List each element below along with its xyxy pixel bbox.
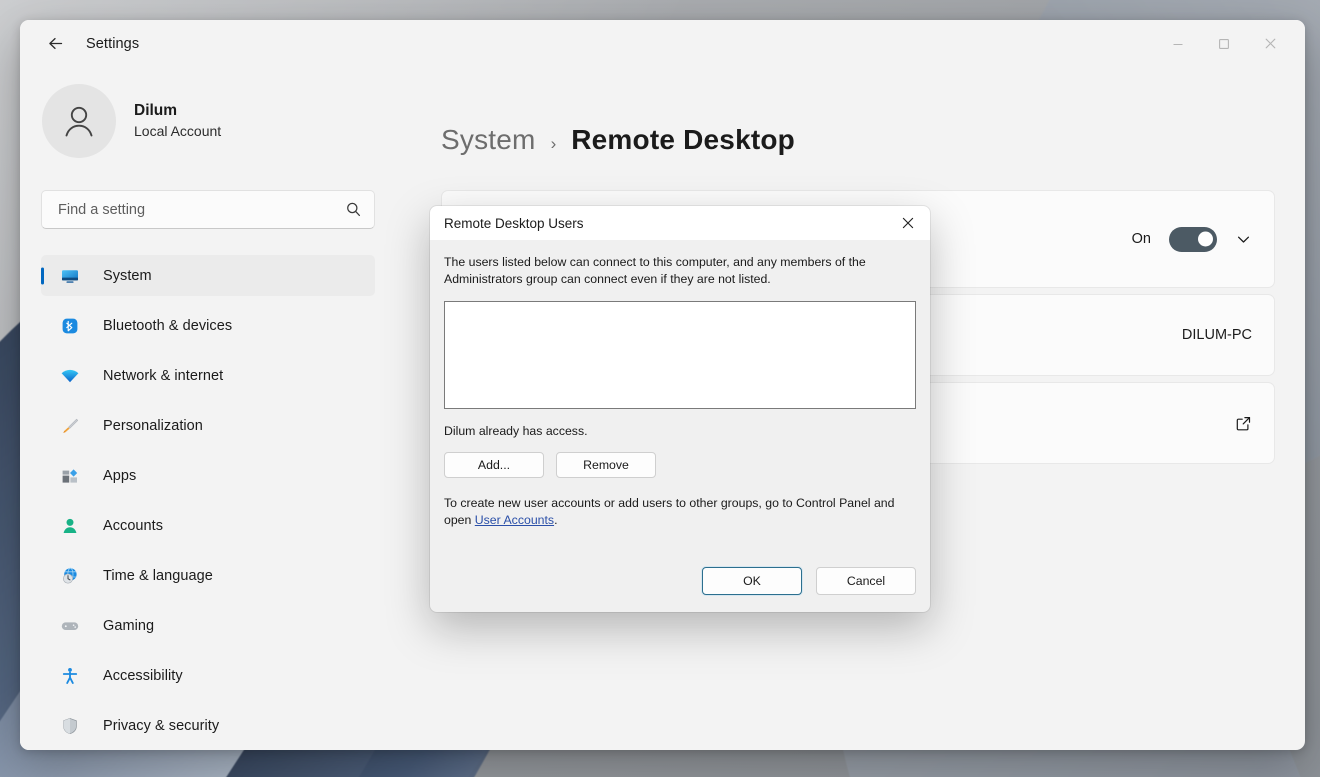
sidebar-item-personalization[interactable]: Personalization [41,405,375,446]
account-type: Local Account [134,122,221,142]
card-right: On [1132,227,1252,252]
sidebar-item-label: Apps [103,468,136,484]
sidebar-item-label: Personalization [103,418,203,434]
add-button[interactable]: Add... [444,452,544,478]
search-input[interactable] [58,202,345,218]
ok-button[interactable]: OK [702,567,802,595]
account-block[interactable]: Dilum Local Account [42,84,424,158]
sidebar-item-apps[interactable]: Apps [41,455,375,496]
search-icon [345,201,362,218]
sidebar-item-bluetooth-devices[interactable]: Bluetooth & devices [41,305,375,346]
sidebar-item-network-internet[interactable]: Network & internet [41,355,375,396]
sidebar-item-label: Bluetooth & devices [103,318,232,334]
sidebar-item-accounts[interactable]: Accounts [41,505,375,546]
cancel-button[interactable]: Cancel [816,567,916,595]
dialog-list-actions: Add... Remove [444,452,916,478]
close-button[interactable] [1247,20,1293,67]
accessibility-person-icon [59,665,81,687]
sidebar-item-accessibility[interactable]: Accessibility [41,655,375,696]
settings-window: Settings [20,20,1305,750]
wifi-icon [59,365,81,387]
dialog-body: The users listed below can connect to th… [430,240,930,530]
sidebar-item-label: Gaming [103,618,154,634]
sidebar-item-gaming[interactable]: Gaming [41,605,375,646]
breadcrumb: System › Remote Desktop [441,124,1275,156]
dialog-title: Remote Desktop Users [444,216,584,231]
dialog-titlebar: Remote Desktop Users [430,206,930,240]
shield-icon [59,715,81,737]
window-titlebar: Settings [20,20,1305,67]
chevron-down-icon[interactable] [1235,231,1252,248]
account-text: Dilum Local Account [134,101,221,142]
back-button[interactable] [38,27,72,61]
create-accounts-note: To create new user accounts or add users… [444,495,916,530]
maximize-button[interactable] [1201,20,1247,67]
card-right: DILUM-PC [1182,327,1252,343]
monitor-icon [59,265,81,287]
minimize-button[interactable] [1155,20,1201,67]
remote-desktop-users-dialog: Remote Desktop Users The users listed be… [430,206,930,612]
close-icon[interactable] [886,206,930,240]
sidebar-nav-list: System Bluetooth & devices [20,255,424,750]
dialog-description: The users listed below can connect to th… [444,254,916,289]
remove-button[interactable]: Remove [556,452,656,478]
dialog-footer: OK Cancel [430,550,930,612]
sidebar-item-label: Network & internet [103,368,223,384]
window-title: Settings [86,36,139,52]
window-controls [1155,20,1305,67]
apps-icon [59,465,81,487]
toggle-knob [1198,232,1213,247]
remote-desktop-toggle[interactable] [1169,227,1217,252]
external-link-icon[interactable] [1235,415,1252,432]
desktop-background: Settings [0,0,1320,777]
sidebar-item-label: Accessibility [103,668,183,684]
sidebar-item-label: Accounts [103,518,163,534]
search-box[interactable] [41,190,375,229]
gamepad-icon [59,615,81,637]
breadcrumb-parent[interactable]: System [441,124,536,156]
remote-desktop-users-list[interactable] [444,301,916,409]
create-accounts-note-suffix: . [554,513,557,527]
account-name: Dilum [134,101,221,122]
bluetooth-icon [59,315,81,337]
pc-name-value: DILUM-PC [1182,327,1252,343]
breadcrumb-separator: › [551,134,557,154]
card-right [1235,415,1252,432]
sidebar-item-label: Privacy & security [103,718,219,734]
user-accounts-link[interactable]: User Accounts [475,513,554,527]
paintbrush-icon [59,415,81,437]
page-title: Remote Desktop [571,124,795,156]
sidebar-item-system[interactable]: System [41,255,375,296]
toggle-state-label: On [1132,231,1151,247]
sidebar-item-label: System [103,268,152,284]
accounts-person-icon [59,515,81,537]
access-note: Dilum already has access. [444,424,916,438]
clock-globe-icon [59,565,81,587]
sidebar-item-time-language[interactable]: Time & language [41,555,375,596]
sidebar: Dilum Local Account [20,67,424,750]
sidebar-item-privacy-security[interactable]: Privacy & security [41,705,375,746]
sidebar-item-label: Time & language [103,568,213,584]
person-avatar-icon [42,84,116,158]
